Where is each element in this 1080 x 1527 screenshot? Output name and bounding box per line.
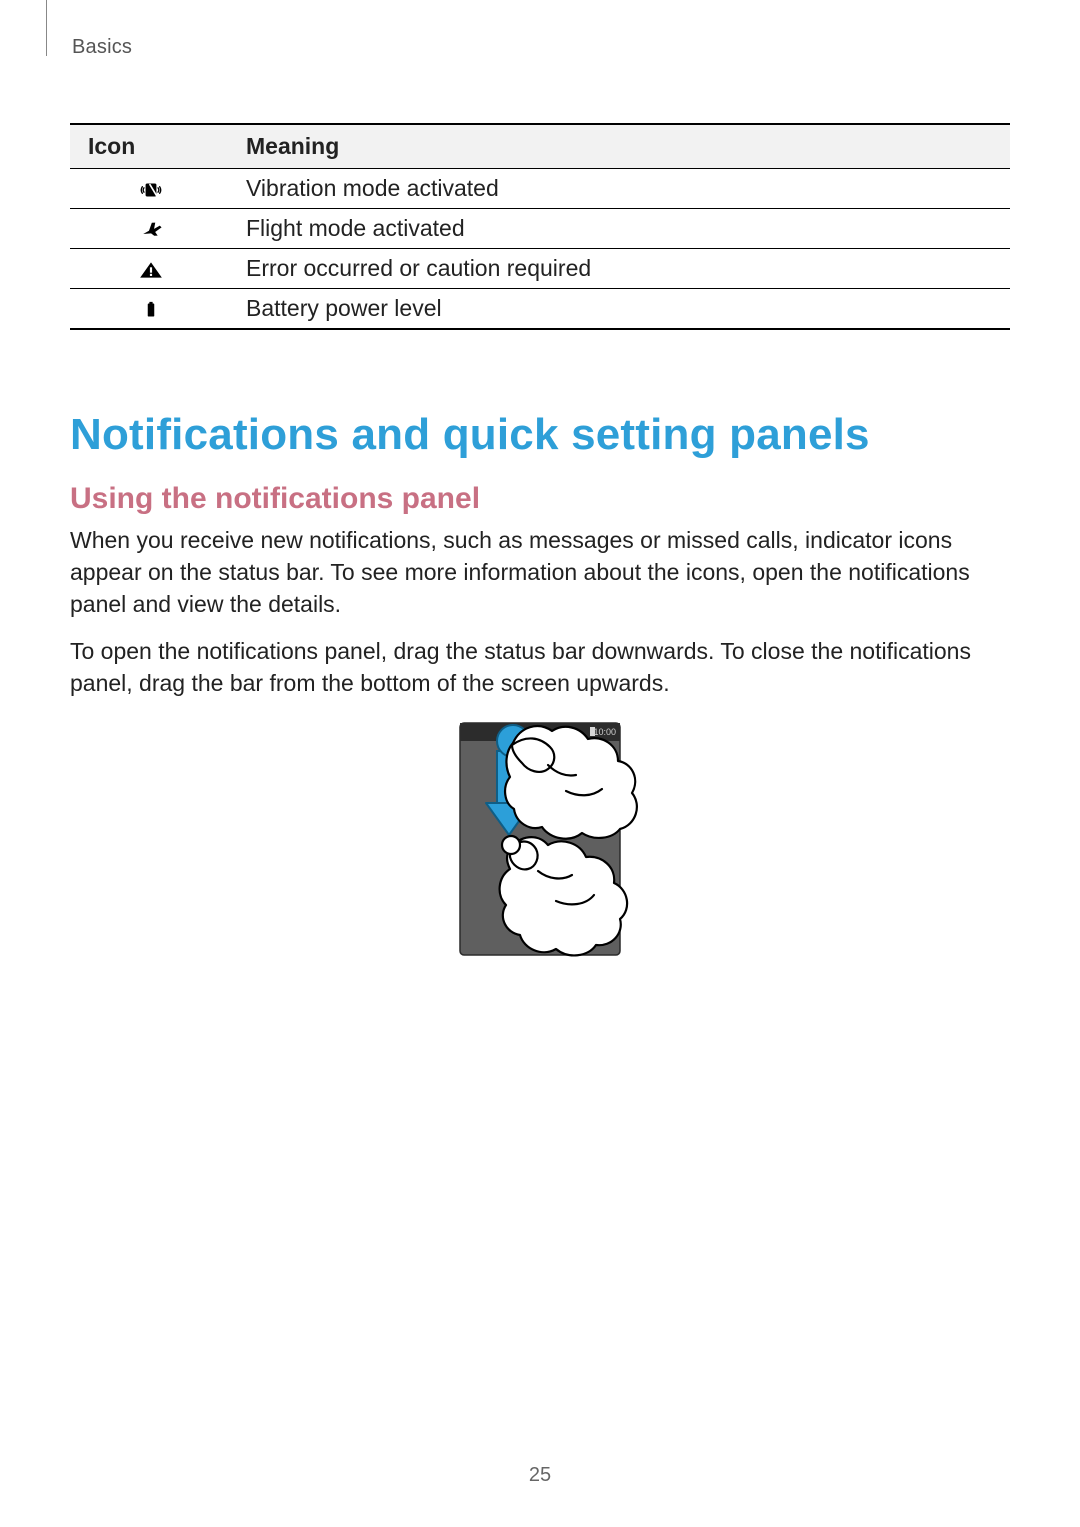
- table-cell-meaning: Battery power level: [232, 289, 1010, 330]
- table-row: Error occurred or caution required: [70, 249, 1010, 289]
- table-cell-meaning: Flight mode activated: [232, 209, 1010, 249]
- page: Basics Icon Meaning: [0, 0, 1080, 1527]
- vibration-icon: [70, 169, 232, 209]
- icon-meaning-table: Icon Meaning: [70, 123, 1010, 330]
- battery-icon: [70, 289, 232, 330]
- margin-rule: [46, 0, 47, 56]
- table-row: Vibration mode activated: [70, 169, 1010, 209]
- heading-sub: Using the notifications panel: [70, 482, 1010, 516]
- table-row: Battery power level: [70, 289, 1010, 330]
- paragraph-1: When you receive new notifications, such…: [70, 524, 1010, 621]
- page-number: 25: [0, 1464, 1080, 1487]
- status-time: 10:00: [593, 727, 616, 737]
- illustration-swipe-down: 10:00: [70, 717, 1010, 965]
- table-row: Flight mode activated: [70, 209, 1010, 249]
- table-cell-meaning: Error occurred or caution required: [232, 249, 1010, 289]
- heading-major: Notifications and quick setting panels: [70, 410, 1010, 460]
- flight-icon: [70, 209, 232, 249]
- table-header-icon: Icon: [70, 124, 232, 169]
- paragraph-2: To open the notifications panel, drag th…: [70, 635, 1010, 699]
- warning-icon: [70, 249, 232, 289]
- table-cell-meaning: Vibration mode activated: [232, 169, 1010, 209]
- table-header-meaning: Meaning: [232, 124, 1010, 169]
- section-label: Basics: [72, 36, 1010, 59]
